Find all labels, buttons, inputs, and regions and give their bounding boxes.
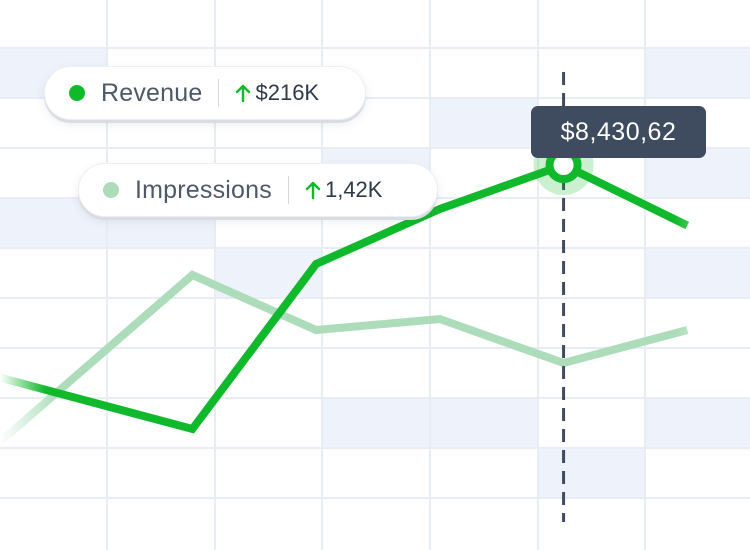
grid-cell bbox=[322, 398, 430, 448]
grid-cell bbox=[430, 98, 538, 148]
legend-impressions-label: Impressions bbox=[135, 175, 272, 204]
legend-impressions-value: 1,42K bbox=[324, 177, 383, 202]
impressions-dot bbox=[103, 182, 119, 198]
tooltip-value: $8,430,62 bbox=[560, 117, 677, 146]
grid-cell bbox=[430, 398, 538, 448]
legend-revenue: Revenue $216K bbox=[44, 66, 366, 120]
legend-separator bbox=[287, 176, 289, 204]
legend-impressions-delta: 1,42K bbox=[305, 177, 383, 203]
grid-cell bbox=[645, 48, 750, 98]
arrow-up-icon bbox=[305, 181, 321, 200]
revenue-dot bbox=[69, 85, 85, 101]
legend-revenue-delta: $216K bbox=[235, 80, 319, 106]
grid-cell bbox=[538, 448, 645, 498]
legend-revenue-value: $216K bbox=[255, 80, 320, 105]
grid-cell bbox=[645, 248, 750, 298]
legend-separator bbox=[218, 79, 220, 107]
arrow-up-icon bbox=[236, 84, 251, 103]
value-tooltip: $8,430,62 bbox=[531, 106, 706, 158]
legend-revenue-label: Revenue bbox=[101, 78, 203, 107]
legend-impressions: Impressions 1,42K bbox=[78, 163, 438, 217]
grid-cell bbox=[645, 398, 750, 448]
